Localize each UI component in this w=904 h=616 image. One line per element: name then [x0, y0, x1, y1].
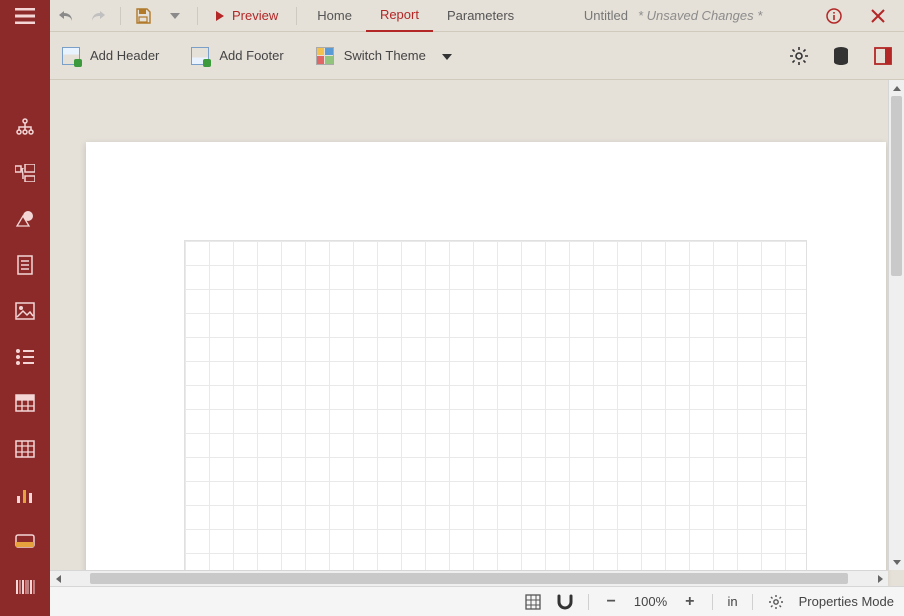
preview-label: Preview	[232, 8, 278, 23]
card-tool[interactable]	[14, 532, 36, 550]
scroll-right-icon[interactable]	[872, 571, 888, 586]
divider	[588, 594, 589, 610]
add-footer-button[interactable]: Add Footer	[185, 39, 289, 73]
add-footer-icon	[191, 47, 209, 65]
hierarchy-tool[interactable]	[14, 118, 36, 136]
scroll-left-icon[interactable]	[50, 571, 66, 586]
ribbon-toolbar: Add Header Add Footer Switch Theme	[0, 32, 904, 80]
chevron-down-icon	[442, 48, 452, 63]
table-tool[interactable]	[14, 394, 36, 412]
divider	[296, 7, 297, 25]
play-icon	[216, 11, 224, 21]
hamburger-icon	[14, 7, 36, 25]
switch-theme-label: Switch Theme	[344, 48, 426, 63]
add-header-button[interactable]: Add Header	[56, 39, 165, 73]
divider	[197, 7, 198, 25]
undo-button[interactable]	[50, 0, 82, 32]
divider	[712, 594, 713, 610]
chart-tool[interactable]	[14, 486, 36, 504]
vertical-scrollbar[interactable]	[888, 80, 904, 570]
zoom-in-button[interactable]: +	[681, 593, 698, 611]
info-button[interactable]	[818, 0, 850, 32]
scroll-down-icon[interactable]	[889, 554, 904, 570]
add-header-icon	[62, 47, 80, 65]
main-menu-toggle[interactable]	[0, 0, 50, 32]
panel-toggle-button[interactable]	[872, 45, 894, 67]
properties-mode-label[interactable]: Properties Mode	[799, 594, 894, 609]
scroll-up-icon[interactable]	[889, 80, 904, 96]
scroll-thumb[interactable]	[891, 96, 902, 276]
report-body-grid[interactable]	[184, 240, 807, 586]
save-dropdown[interactable]	[159, 0, 191, 32]
document-tool[interactable]	[14, 256, 36, 274]
grid-tool[interactable]	[14, 440, 36, 458]
snap-toggle-button[interactable]	[556, 593, 574, 611]
tool-sidebar	[0, 0, 50, 616]
document-title: Untitled	[584, 8, 628, 23]
tab-parameters[interactable]: Parameters	[433, 0, 528, 32]
unit-selector[interactable]: in	[727, 594, 737, 609]
save-button[interactable]	[127, 0, 159, 32]
unsaved-indicator: * Unsaved Changes *	[638, 8, 762, 23]
horizontal-scrollbar[interactable]	[50, 570, 888, 586]
zoom-level[interactable]: 100%	[634, 594, 667, 609]
mode-settings-icon[interactable]	[767, 593, 785, 611]
divider	[752, 594, 753, 610]
settings-button[interactable]	[788, 45, 810, 67]
redo-button[interactable]	[82, 0, 114, 32]
image-tool[interactable]	[14, 302, 36, 320]
status-bar: − 100% + in Properties Mode	[50, 586, 904, 616]
scroll-thumb[interactable]	[90, 573, 848, 584]
theme-icon	[316, 47, 334, 65]
preview-button[interactable]: Preview	[204, 0, 290, 32]
add-header-label: Add Header	[90, 48, 159, 63]
close-button[interactable]	[862, 0, 894, 32]
menu-bar: Preview Home Report Parameters Untitled …	[0, 0, 904, 32]
tab-home[interactable]: Home	[303, 0, 366, 32]
tab-report[interactable]: Report	[366, 0, 433, 32]
switch-theme-button[interactable]: Switch Theme	[310, 39, 458, 73]
grid-toggle-button[interactable]	[524, 593, 542, 611]
design-canvas[interactable]	[50, 80, 904, 586]
layout-tool[interactable]	[14, 164, 36, 182]
add-footer-label: Add Footer	[219, 48, 283, 63]
title-area: Untitled * Unsaved Changes *	[528, 0, 818, 31]
zoom-out-button[interactable]: −	[603, 593, 620, 611]
barcode-tool[interactable]	[14, 578, 36, 596]
divider	[120, 7, 121, 25]
shape-tool[interactable]	[14, 210, 36, 228]
data-button[interactable]	[830, 45, 852, 67]
list-tool[interactable]	[14, 348, 36, 366]
